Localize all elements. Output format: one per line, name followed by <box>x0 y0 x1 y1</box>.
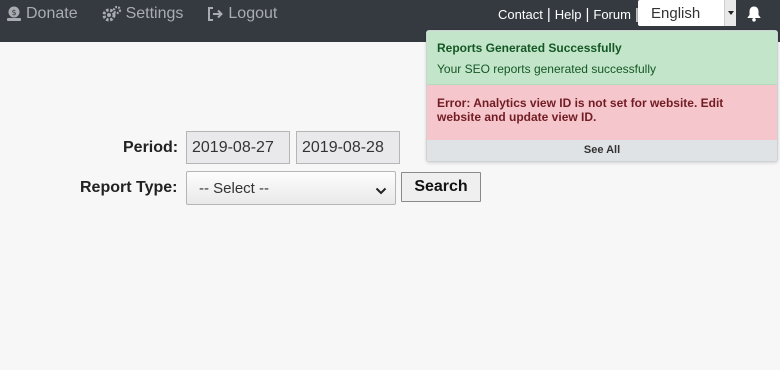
notification-error[interactable]: Error: Analytics view ID is not set for … <box>427 85 777 140</box>
report-type-value: -- Select -- <box>199 180 270 197</box>
top-links: Contact | Help | Forum | <box>498 6 643 23</box>
nav-logout-label: Logout <box>228 5 278 22</box>
report-type-select[interactable]: -- Select -- <box>186 171 396 205</box>
notification-dropdown: Reports Generated Successfully Your SEO … <box>426 30 778 162</box>
period-label: Period: <box>123 139 179 156</box>
notification-success-title: Reports Generated Successfully <box>437 41 622 55</box>
language-select[interactable]: English <box>638 0 736 26</box>
nav-donate[interactable]: $ Donate <box>6 4 78 24</box>
chevron-down-icon <box>375 183 387 200</box>
link-separator: | <box>546 6 551 23</box>
language-value: English <box>651 5 701 22</box>
donate-icon: $ <box>6 6 22 22</box>
svg-text:$: $ <box>11 8 16 17</box>
start-date-input[interactable] <box>186 131 290 164</box>
nav-settings-label: Settings <box>125 5 184 22</box>
link-contact[interactable]: Contact <box>498 7 543 22</box>
notification-error-message: Error: Analytics view ID is not set for … <box>437 96 724 124</box>
sign-out-icon <box>207 6 224 22</box>
search-button[interactable]: Search <box>401 172 481 202</box>
link-help[interactable]: Help <box>555 7 582 22</box>
report-type-label: Report Type: <box>80 179 178 196</box>
notification-success-message: Your SEO reports generated successfully <box>437 62 657 76</box>
bell-icon[interactable] <box>746 5 762 27</box>
link-forum[interactable]: Forum <box>593 7 631 22</box>
end-date-input[interactable] <box>296 131 400 164</box>
notification-success[interactable]: Reports Generated Successfully Your SEO … <box>427 31 777 85</box>
see-all-link[interactable]: See All <box>427 140 777 161</box>
link-separator: | <box>585 6 590 23</box>
chevron-down-icon <box>724 0 736 26</box>
gears-icon <box>102 5 122 23</box>
nav-left: $ Donate Settings Logout <box>6 4 277 24</box>
nav-settings[interactable]: Settings <box>102 4 184 24</box>
nav-donate-label: Donate <box>26 5 78 22</box>
nav-logout[interactable]: Logout <box>207 4 277 24</box>
